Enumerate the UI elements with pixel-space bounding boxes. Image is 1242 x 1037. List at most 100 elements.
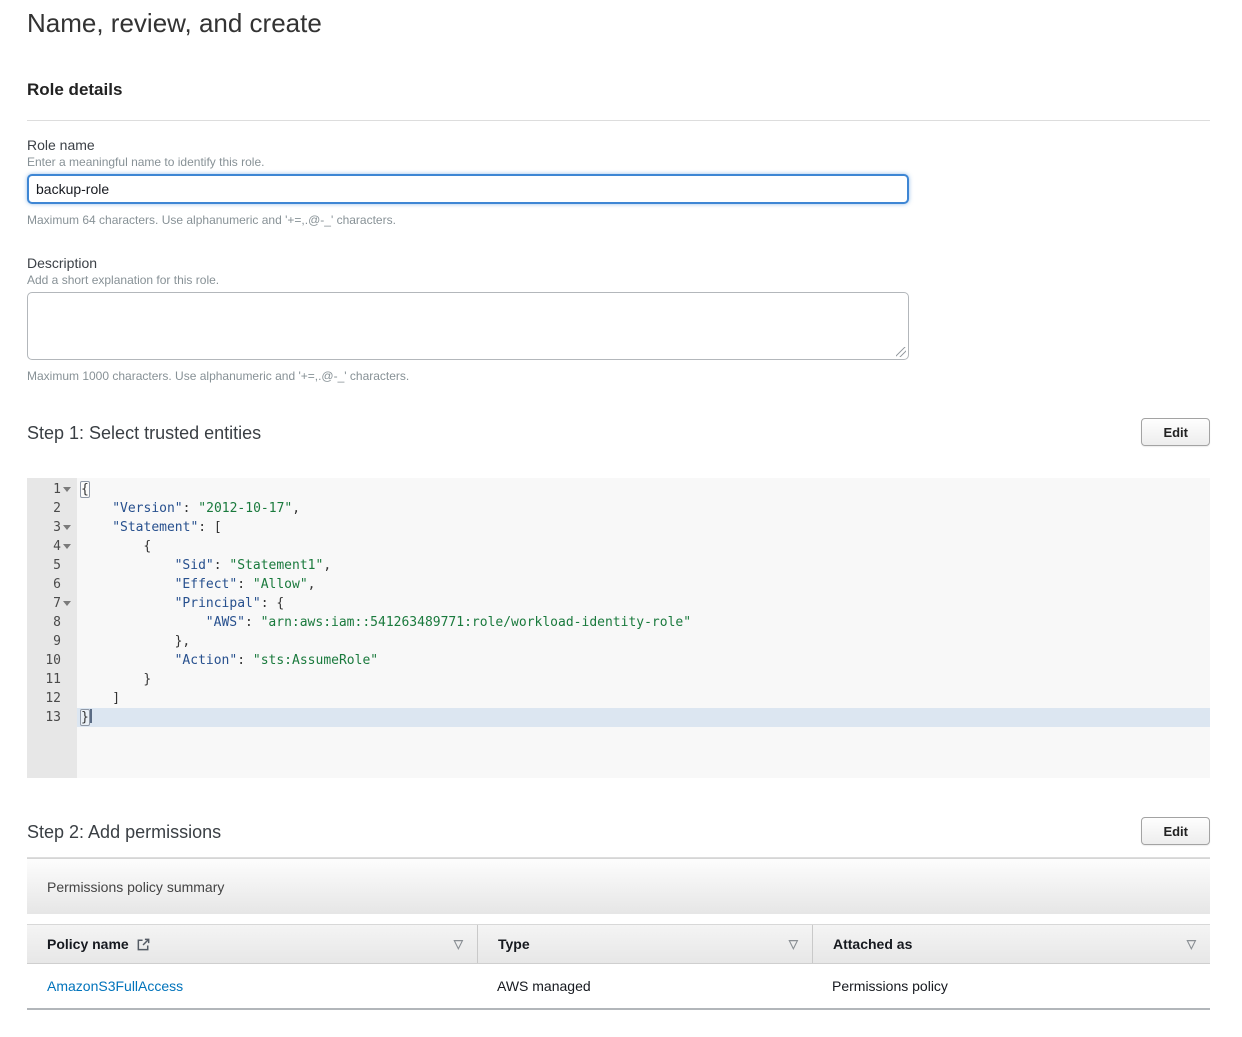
column-header-policy-name[interactable]: Policy name ▽ [27, 925, 477, 963]
editor-code-line[interactable]: } [77, 670, 1210, 689]
code-token-brk: } [80, 709, 90, 726]
page-content: Name, review, and create Role details Ro… [0, 0, 1242, 1010]
description-constraint: Maximum 1000 characters. Use alphanumeri… [27, 369, 1210, 383]
description-textarea[interactable] [27, 292, 909, 360]
textarea-resize-handle[interactable] [896, 347, 906, 357]
editor-code-line[interactable]: { [77, 537, 1210, 556]
sort-filter-icon[interactable]: ▽ [1187, 938, 1196, 950]
fold-arrow-icon[interactable] [63, 487, 71, 492]
step2-header-row: Step 2: Add permissions Edit [27, 817, 1210, 845]
editor-code-line[interactable]: }, [77, 632, 1210, 651]
description-label: Description [27, 255, 1210, 271]
code-token-str: "arn:aws:iam::541263489771:role/workload… [261, 615, 691, 630]
editor-line-number[interactable]: 11 [27, 670, 77, 689]
code-token-pun: { [143, 539, 151, 554]
editor-line-number[interactable]: 9 [27, 632, 77, 651]
editor-code-line[interactable]: } [77, 708, 1210, 727]
code-token-str: "Allow" [253, 577, 308, 592]
editor-line-number[interactable]: 3 [27, 518, 77, 537]
sort-filter-icon[interactable]: ▽ [789, 938, 798, 950]
policy-attached-as-cell: Permissions policy [812, 978, 1210, 994]
sort-filter-icon[interactable]: ▽ [454, 938, 463, 950]
trust-policy-editor[interactable]: 12345678910111213 {"Version": "2012-10-1… [27, 478, 1210, 778]
editor-code-line[interactable]: "Action": "sts:AssumeRole" [77, 651, 1210, 670]
role-name-constraint: Maximum 64 characters. Use alphanumeric … [27, 213, 1210, 227]
code-token-pun: : { [261, 596, 284, 611]
policy-name-header-label: Policy name [47, 936, 129, 952]
code-token-pun: , [308, 577, 316, 592]
code-token-str: "2012-10-17" [198, 501, 292, 516]
code-token-key: "Sid" [175, 558, 214, 573]
editor-line-number[interactable]: 5 [27, 556, 77, 575]
editor-code-line[interactable]: "Sid": "Statement1", [77, 556, 1210, 575]
code-token-pun: } [143, 672, 151, 687]
editor-line-number[interactable]: 1 [27, 480, 77, 499]
editor-line-number[interactable]: 8 [27, 613, 77, 632]
code-token-pun: : [214, 558, 230, 573]
editor-line-number[interactable]: 2 [27, 499, 77, 518]
external-link-icon [136, 937, 151, 952]
step2-heading: Step 2: Add permissions [27, 817, 221, 843]
role-name-label: Role name [27, 137, 1210, 153]
editor-line-number[interactable]: 4 [27, 537, 77, 556]
step1-header-row: Step 1: Select trusted entities Edit [27, 418, 1210, 446]
editor-code-line[interactable]: "Principal": { [77, 594, 1210, 613]
code-token-key: "Effect" [175, 577, 238, 592]
code-token-pun: , [323, 558, 331, 573]
editor-code-area[interactable]: {"Version": "2012-10-17","Statement": [{… [77, 478, 1210, 778]
editor-code-line[interactable]: "Statement": [ [77, 518, 1210, 537]
editor-line-number[interactable]: 10 [27, 651, 77, 670]
code-token-pun: : [183, 501, 199, 516]
code-token-str: "sts:AssumeRole" [253, 653, 378, 668]
page-title: Name, review, and create [27, 8, 1210, 39]
fold-arrow-icon[interactable] [63, 601, 71, 606]
permissions-summary-caption-text: Permissions policy summary [47, 879, 224, 895]
column-header-attached-as[interactable]: Attached as ▽ [812, 925, 1210, 963]
code-token-brk: { [80, 481, 90, 498]
code-token-key: "Statement" [112, 520, 198, 535]
step1-edit-button[interactable]: Edit [1141, 418, 1210, 446]
policy-type-cell: AWS managed [477, 978, 812, 994]
permissions-table-header: Policy name ▽ Type ▽ Attached as ▽ [27, 924, 1210, 964]
code-token-pun: : [237, 577, 253, 592]
role-details-heading: Role details [27, 80, 1210, 100]
editor-code-line[interactable]: { [77, 480, 1210, 499]
policy-name-link[interactable]: AmazonS3FullAccess [47, 978, 183, 994]
attached-as-header-label: Attached as [833, 936, 912, 952]
editor-line-number[interactable]: 7 [27, 594, 77, 613]
code-token-key: "Principal" [175, 596, 261, 611]
description-field: Description Add a short explanation for … [27, 255, 1210, 383]
code-token-pun: : [237, 653, 253, 668]
role-details-divider [27, 120, 1210, 121]
code-token-key: "Action" [175, 653, 238, 668]
permissions-summary-caption: Permissions policy summary [27, 858, 1210, 914]
editor-code-line[interactable]: "AWS": "arn:aws:iam::541263489771:role/w… [77, 613, 1210, 632]
editor-line-number[interactable]: 6 [27, 575, 77, 594]
role-name-input[interactable] [27, 174, 909, 204]
role-name-help: Enter a meaningful name to identify this… [27, 155, 1210, 169]
role-name-field: Role name Enter a meaningful name to ide… [27, 137, 1210, 227]
fold-arrow-icon[interactable] [63, 525, 71, 530]
code-token-key: "AWS" [206, 615, 245, 630]
table-row: AmazonS3FullAccess AWS managed Permissio… [27, 964, 1210, 1010]
code-token-pun: }, [175, 634, 191, 649]
type-header-label: Type [498, 936, 530, 952]
editor-code-line[interactable]: "Version": "2012-10-17", [77, 499, 1210, 518]
editor-cursor [90, 709, 92, 723]
code-token-pun: : [ [198, 520, 221, 535]
permissions-table: Policy name ▽ Type ▽ Attached as ▽ [27, 924, 1210, 1010]
code-token-pun: , [292, 501, 300, 516]
column-header-type[interactable]: Type ▽ [477, 925, 812, 963]
step2-edit-button[interactable]: Edit [1141, 817, 1210, 845]
editor-line-number[interactable]: 12 [27, 689, 77, 708]
description-help: Add a short explanation for this role. [27, 273, 1210, 287]
step1-heading: Step 1: Select trusted entities [27, 418, 261, 444]
editor-line-number-gutter: 12345678910111213 [27, 478, 77, 778]
editor-code-line[interactable]: ] [77, 689, 1210, 708]
fold-arrow-icon[interactable] [63, 544, 71, 549]
code-token-pun: : [245, 615, 261, 630]
editor-line-number[interactable]: 13 [27, 708, 77, 727]
code-token-key: "Version" [112, 501, 182, 516]
editor-code-line[interactable]: "Effect": "Allow", [77, 575, 1210, 594]
code-token-str: "Statement1" [229, 558, 323, 573]
